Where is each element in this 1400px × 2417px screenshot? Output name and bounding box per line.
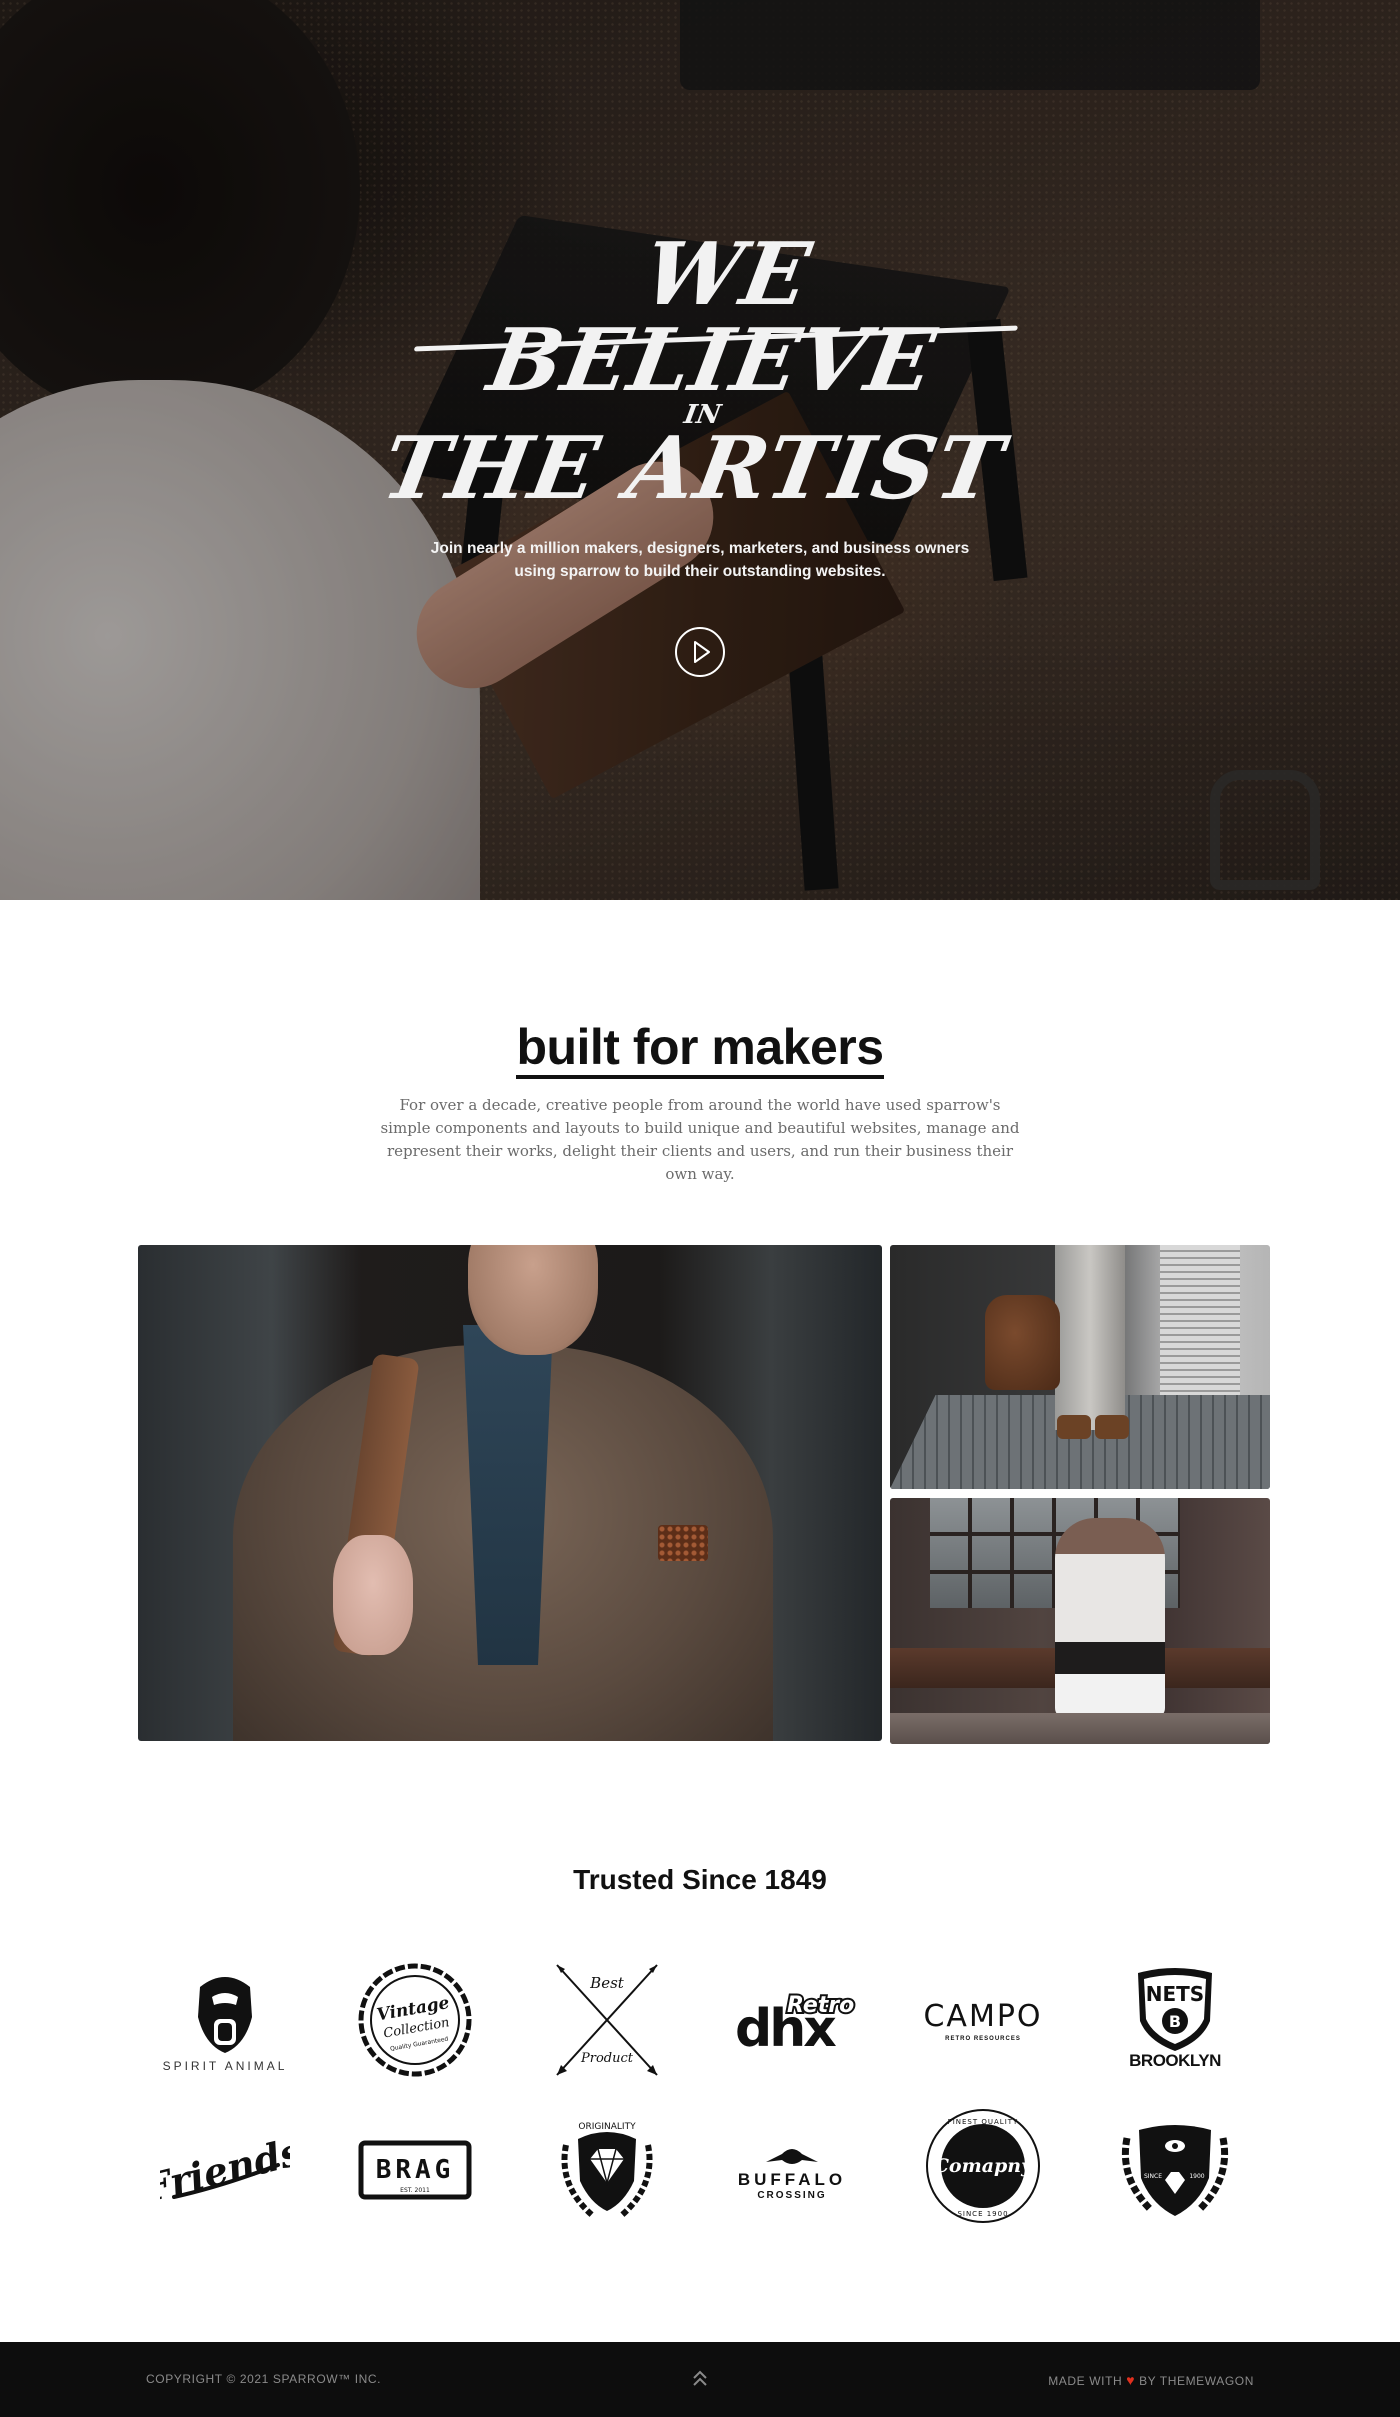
- scroll-to-top-button[interactable]: [690, 2364, 710, 2394]
- gallery-image-bottom[interactable]: [890, 1498, 1270, 1744]
- logo-comapny[interactable]: FINEST QUALITY Comapny SINCE 1900: [918, 2106, 1048, 2226]
- trusted-title: Trusted Since 1849: [573, 1864, 827, 1895]
- logo-campo[interactable]: CAMPO RETRO RESOURCES: [918, 1960, 1048, 2080]
- logo-campo-text: CAMPO: [923, 1998, 1043, 2034]
- logo-best-product[interactable]: Best Product: [542, 1960, 672, 2080]
- logo-since-1900-crest[interactable]: SINCE 1900: [1110, 2110, 1240, 2230]
- svg-text:Product: Product: [580, 2051, 634, 2066]
- gallery-image-top[interactable]: [890, 1245, 1270, 1489]
- play-icon: [694, 641, 710, 663]
- vintage-badge-icon: Vintage Collection Quality Guaranteed: [358, 1963, 472, 2077]
- svg-text:BRAG: BRAG: [376, 2155, 455, 2185]
- logo-buffalo-crossing[interactable]: BUFFALO CROSSING: [727, 2110, 857, 2230]
- logo-spirit-animal-text: SPIRIT ANIMAL: [162, 2059, 288, 2073]
- photo-boot: [1095, 1415, 1129, 1439]
- gallery-image-main[interactable]: [138, 1245, 882, 1741]
- photo-hand: [333, 1535, 413, 1655]
- double-chevron-up-icon: [693, 2370, 707, 2386]
- logo-crossing-text: CROSSING: [757, 2189, 827, 2201]
- logo-campo-subtext: RETRO RESOURCES: [945, 2035, 1021, 2042]
- svg-text:NETS: NETS: [1146, 1982, 1204, 2006]
- heart-icon: ♥: [1126, 2372, 1136, 2388]
- svg-text:SINCE 1900: SINCE 1900: [957, 2210, 1008, 2218]
- footer-credit: MADE WITH ♥ BY THEMEWAGON: [1048, 2372, 1254, 2388]
- svg-text:B: B: [1169, 2012, 1181, 2031]
- photo-face: [468, 1245, 598, 1355]
- crossed-arrows-icon: Best Product: [556, 1964, 658, 2076]
- section-description: For over a decade, creative people from …: [380, 1096, 1020, 1183]
- logo-brag[interactable]: BRAG EST. 2011: [350, 2110, 480, 2230]
- photo-floor: [890, 1713, 1270, 1744]
- photo-boot: [1057, 1415, 1091, 1439]
- logo-originality[interactable]: ORIGINALITY: [542, 2110, 672, 2230]
- svg-text:SINCE: SINCE: [1144, 2173, 1162, 2180]
- buffalo-icon: [766, 2148, 818, 2164]
- logo-spirit-animal[interactable]: SPIRIT ANIMAL: [160, 1960, 290, 2080]
- hero-title: We Believe in The Artist: [375, 224, 1044, 519]
- svg-text:Comapny: Comapny: [934, 2155, 1034, 2177]
- gorilla-icon: [198, 1977, 252, 2053]
- logo-nets-brooklyn[interactable]: NETS B BROOKLYN: [1110, 1958, 1240, 2078]
- brag-box-icon: BRAG EST. 2011: [358, 2140, 472, 2200]
- photo-legs: [1055, 1245, 1125, 1430]
- section-title-text: built for makers: [516, 1019, 884, 1079]
- friends-script-icon: Friends: [160, 2128, 290, 2211]
- photo-shutter: [1160, 1245, 1240, 1405]
- hero-title-line3: The Artist: [375, 418, 1011, 519]
- section-title: built for makers: [0, 1018, 1400, 1079]
- photo-bag: [985, 1295, 1060, 1390]
- svg-text:Best: Best: [589, 1974, 625, 1992]
- play-video-button[interactable]: [675, 627, 725, 677]
- dhx-logo-icon: dhx Retro: [735, 1991, 856, 2059]
- hero-section: We Believe in The Artist Join nearly a m…: [0, 0, 1400, 900]
- svg-text:1900: 1900: [1189, 2173, 1204, 2180]
- eye-crest-icon: SINCE 1900: [1121, 2125, 1229, 2216]
- themewagon-link[interactable]: BY THEMEWAGON: [1139, 2374, 1254, 2388]
- svg-text:ORIGINALITY: ORIGINALITY: [578, 2122, 636, 2132]
- logo-retro-dhx[interactable]: dhx Retro: [727, 1960, 857, 2080]
- diamond-crest-icon: ORIGINALITY: [561, 2122, 653, 2218]
- logo-buffalo-text: BUFFALO: [737, 2169, 847, 2189]
- footer-copyright: COPYRIGHT © 2021 SPARROW™ INC.: [146, 2372, 382, 2386]
- photo-person: [1055, 1518, 1165, 1718]
- footer: COPYRIGHT © 2021 SPARROW™ INC. MADE WITH…: [0, 2342, 1400, 2417]
- svg-text:FINEST QUALITY: FINEST QUALITY: [948, 2118, 1019, 2126]
- footer-made-prefix: MADE WITH: [1048, 2374, 1123, 2388]
- logo-friends[interactable]: Friends: [160, 2110, 290, 2230]
- photo-pocket-square: [658, 1525, 708, 1561]
- svg-text:EST. 2011: EST. 2011: [400, 2187, 430, 2194]
- svg-text:Retro: Retro: [787, 1993, 854, 2018]
- logo-vintage-collection[interactable]: Vintage Collection Quality Guaranteed: [350, 1960, 480, 2080]
- comapny-seal-icon: FINEST QUALITY Comapny SINCE 1900: [926, 2109, 1040, 2223]
- hero-subtitle: Join nearly a million makers, designers,…: [430, 540, 970, 580]
- nets-shield-icon: NETS B: [1138, 1968, 1212, 2051]
- hero-title-line1: We Believe: [481, 224, 943, 411]
- logo-nets-text: BROOKLYN: [1129, 2051, 1221, 2070]
